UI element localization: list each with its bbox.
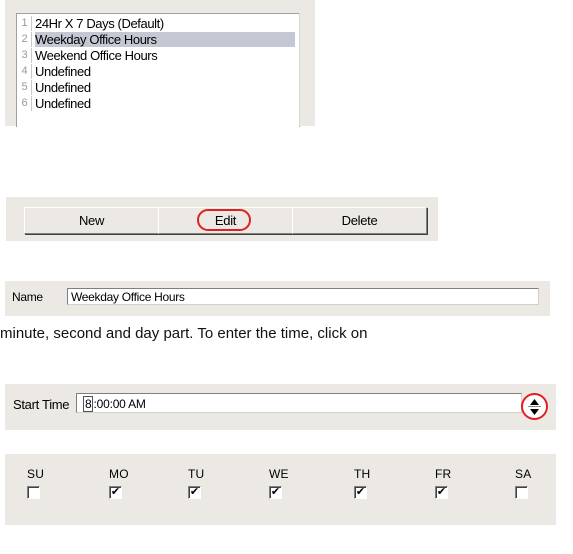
- thursday-checkbox[interactable]: ✔: [354, 486, 367, 499]
- list-divider: [31, 64, 32, 79]
- day-thursday: TH ✔: [354, 467, 394, 499]
- list-divider: [31, 16, 32, 31]
- list-item-label: Undefined: [35, 80, 91, 95]
- list-item-number: 5: [21, 81, 28, 93]
- delete-button[interactable]: Delete: [292, 207, 427, 234]
- new-button[interactable]: New: [24, 207, 159, 234]
- day-label: FR: [435, 467, 452, 481]
- day-label: TU: [188, 467, 205, 481]
- list-scrollbar[interactable]: [299, 13, 314, 126]
- list-item[interactable]: 4 Undefined: [17, 64, 299, 79]
- instruction-text: minute, second and day part. To enter th…: [0, 325, 368, 342]
- edit-highlight-circle: [197, 209, 251, 231]
- sunday-checkbox[interactable]: [27, 486, 40, 499]
- start-time-label: Start Time: [13, 397, 70, 412]
- list-item[interactable]: 1 24Hr X 7 Days (Default): [17, 16, 299, 31]
- days-panel: SU MO ✔ TU ✔ WE ✔ TH ✔ FR ✔ SA: [5, 454, 556, 525]
- list-divider: [31, 96, 32, 111]
- day-label: TH: [354, 467, 371, 481]
- day-saturday: SA: [515, 467, 555, 499]
- list-item[interactable]: 5 Undefined: [17, 80, 299, 95]
- list-item-label: Undefined: [35, 64, 91, 79]
- day-friday: FR ✔: [435, 467, 475, 499]
- list-item-label: Undefined: [35, 96, 91, 111]
- saturday-checkbox[interactable]: [515, 486, 528, 499]
- list-divider: [31, 80, 32, 95]
- list-item-number: 6: [21, 97, 28, 109]
- list-item-label: Weekend Office Hours: [35, 48, 158, 63]
- day-sunday: SU: [27, 467, 67, 499]
- hour-part[interactable]: 8: [83, 396, 94, 412]
- day-monday: MO ✔: [109, 467, 149, 499]
- list-item[interactable]: 6 Undefined: [17, 96, 299, 111]
- start-time-panel: Start Time 8:00:00 AM: [5, 384, 556, 430]
- name-panel: Name Weekday Office Hours: [5, 281, 550, 316]
- spinner-divider: [528, 406, 541, 407]
- delete-button-label: Delete: [341, 213, 378, 228]
- list-item-label: Weekday Office Hours: [35, 32, 295, 47]
- list-divider: [31, 48, 32, 63]
- list-item-number: 1: [21, 17, 28, 29]
- day-label: MO: [109, 467, 129, 481]
- list-item-number: 2: [21, 33, 28, 45]
- spin-up-icon[interactable]: [530, 399, 539, 405]
- tuesday-checkbox[interactable]: ✔: [188, 486, 201, 499]
- list-item-label: 24Hr X 7 Days (Default): [35, 16, 164, 31]
- list-item-selected[interactable]: 2 Weekday Office Hours: [17, 32, 299, 47]
- day-label: SU: [27, 467, 45, 481]
- spin-down-icon[interactable]: [530, 409, 539, 415]
- name-field[interactable]: Weekday Office Hours: [67, 288, 539, 305]
- list-divider: [31, 32, 32, 47]
- wednesday-checkbox[interactable]: ✔: [269, 486, 282, 499]
- day-label: WE: [269, 467, 289, 481]
- profile-list[interactable]: 1 24Hr X 7 Days (Default) 2 Weekday Offi…: [16, 13, 300, 127]
- button-bar: New Edit Delete: [6, 197, 438, 241]
- time-spinner[interactable]: [521, 393, 548, 420]
- time-rest: :00:00 AM: [93, 397, 146, 411]
- day-tuesday: TU ✔: [188, 467, 228, 499]
- day-wednesday: WE ✔: [269, 467, 309, 499]
- start-time-field[interactable]: 8:00:00 AM: [76, 393, 522, 413]
- list-item-number: 3: [21, 49, 28, 61]
- list-item-number: 4: [21, 65, 28, 77]
- day-label: SA: [515, 467, 532, 481]
- name-label: Name: [12, 290, 43, 304]
- monday-checkbox[interactable]: ✔: [109, 486, 122, 499]
- new-button-label: New: [78, 213, 105, 228]
- friday-checkbox[interactable]: ✔: [435, 486, 448, 499]
- list-item[interactable]: 3 Weekend Office Hours: [17, 48, 299, 63]
